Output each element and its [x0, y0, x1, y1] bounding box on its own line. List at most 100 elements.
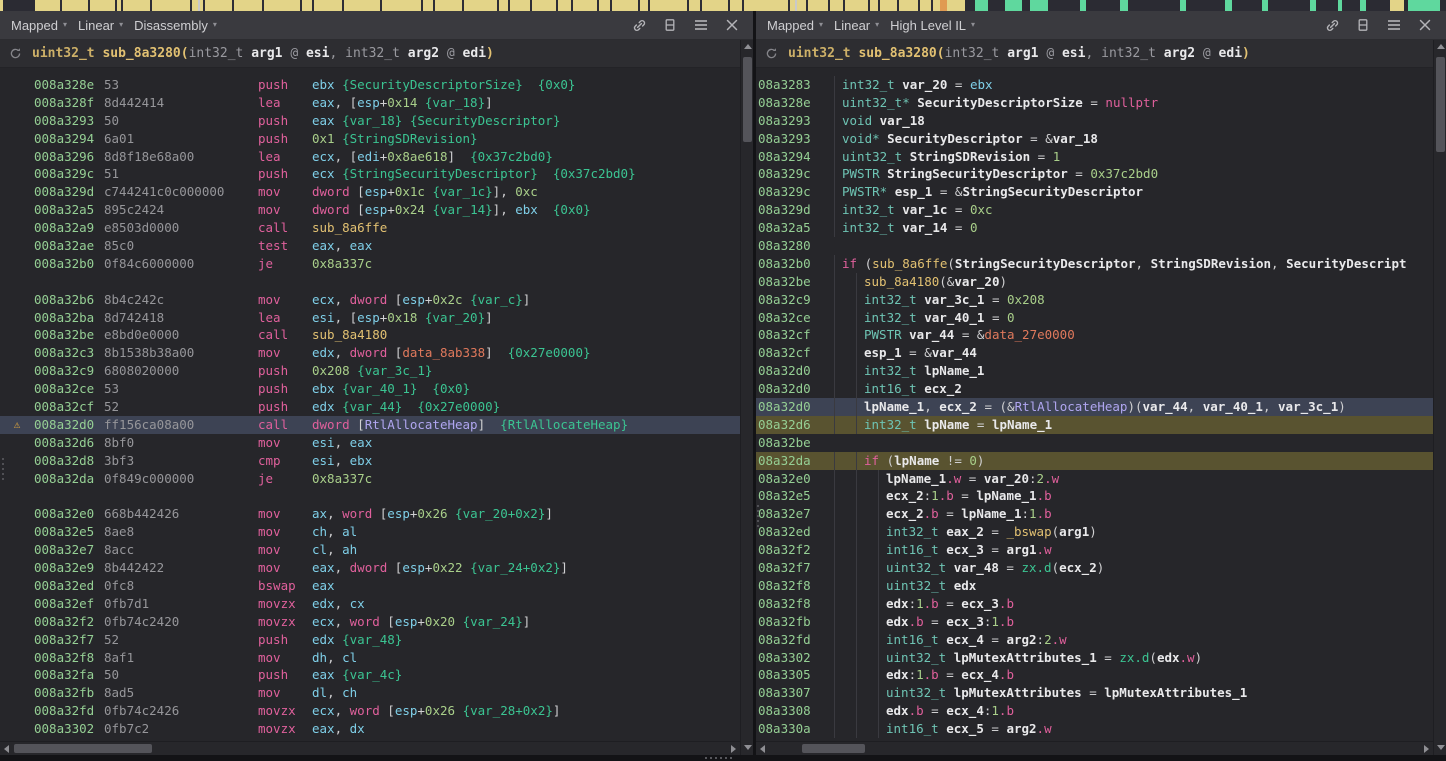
hlil-line[interactable]: 08a32f7uint32_t var_48 = zx.d(ecx_2) [756, 559, 1433, 577]
disasm-line[interactable]: 008a32d68bf0movesi, eax [0, 434, 740, 452]
disasm-line[interactable]: 008a32c38b1538b38a00movedx, dword [data_… [0, 344, 740, 362]
hlil-line[interactable]: 08a3307uint32_t lpMutexAttributes = lpMu… [756, 684, 1433, 702]
scroll-down-button[interactable] [741, 741, 753, 754]
vertical-scroll-thumb[interactable] [1436, 57, 1445, 152]
hlil-line[interactable]: 08a329dint32_t var_1c = 0xc [756, 201, 1433, 219]
function-signature-row[interactable]: uint32_t sub_8a3280(int32_t arg1 @ esi, … [0, 40, 740, 68]
hlil-line[interactable]: 08a3302uint32_t lpMutexAttributes_1 = zx… [756, 649, 1433, 667]
disasm-line[interactable]: 008a32cf52pushedx {var_44} {0x27e0000} [0, 398, 740, 416]
disasm-line[interactable]: 008a32e0668b442426movax, word [esp+0x26 … [0, 505, 740, 523]
link-icon[interactable] [631, 17, 647, 33]
hlil-line[interactable]: 08a32fdint16_t ecx_4 = arg2:2.w [756, 631, 1433, 649]
disasm-line[interactable]: 008a32a5895c2424movdword [esp+0x24 {var_… [0, 201, 740, 219]
hlil-line[interactable]: 08a329cPWSTR* esp_1 = &StringSecurityDes… [756, 183, 1433, 201]
hlil-line[interactable]: 08a32d0int32_t lpName_1 [756, 362, 1433, 380]
view-type-dropdown[interactable]: Mapped ▾ [767, 18, 823, 33]
hlil-line[interactable]: 08a32a5int32_t var_14 = 0 [756, 219, 1433, 237]
disasm-line[interactable]: 008a32fb8ad5movdl, ch [0, 684, 740, 702]
scroll-up-button[interactable] [741, 40, 753, 53]
close-icon[interactable] [1417, 17, 1433, 33]
menu-icon[interactable] [693, 17, 709, 33]
hlil-line[interactable]: 08a32e0lpName_1.w = var_20:2.w [756, 470, 1433, 488]
disassembly-horizontal-scrollbar[interactable] [0, 741, 740, 755]
disasm-line[interactable]: 008a32968d8f18e68a00leaecx, [edi+0x8ae61… [0, 148, 740, 166]
disasm-line[interactable]: 008a33020fb7c2movzxeax, dx [0, 720, 740, 738]
disasm-line[interactable]: 008a32b68b4c242cmovecx, dword [esp+0x2c … [0, 291, 740, 309]
disasm-line[interactable] [0, 487, 740, 505]
link-icon[interactable] [1324, 17, 1340, 33]
vertical-scroll-thumb[interactable] [743, 57, 752, 142]
disasm-line[interactable]: 008a32ce53pushebx {var_40_1} {0x0} [0, 380, 740, 398]
disasm-line[interactable]: 008a328e53pushebx {SecurityDescriptorSiz… [0, 76, 740, 94]
disasm-line[interactable]: 008a32da0f849c000000je0x8a337c [0, 470, 740, 488]
disasm-line[interactable]: 008a329dc744241c0c000000movdword [esp+0x… [0, 183, 740, 201]
left-edge-drag-handle[interactable] [2, 458, 4, 480]
disasm-line[interactable]: 008a32ed0fc8bswapeax [0, 577, 740, 595]
scroll-down-button[interactable] [1434, 741, 1446, 754]
view-type-dropdown[interactable]: Mapped ▾ [11, 18, 67, 33]
disasm-line[interactable]: 008a32d83bf3cmpesi, ebx [0, 452, 740, 470]
disasm-line[interactable]: 008a32fd0fb74c2426movzxecx, word [esp+0x… [0, 702, 740, 720]
hlil-line[interactable]: 08a3283int32_t var_20 = ebx [756, 76, 1433, 94]
hlil-line[interactable]: 08a32ceint32_t var_40_1 = 0 [756, 309, 1433, 327]
disasm-line[interactable]: ⚠008a32d0ff156ca08a00calldword [RtlAlloc… [0, 416, 740, 434]
hlil-line[interactable]: 08a32cfesp_1 = &var_44 [756, 344, 1433, 362]
disasm-line[interactable]: 008a32f88af1movdh, cl [0, 649, 740, 667]
hlil-line[interactable]: 08a32d0int16_t ecx_2 [756, 380, 1433, 398]
scroll-right-button[interactable] [727, 742, 740, 755]
hlil-line[interactable]: 08a32edint32_t eax_2 = _bswap(arg1) [756, 523, 1433, 541]
disasm-line[interactable]: 008a32ef0fb7d1movzxedx, cx [0, 595, 740, 613]
hlil-line[interactable]: 08a32f8uint32_t edx [756, 577, 1433, 595]
disassembly-code-area[interactable]: 008a328e53pushebx {SecurityDescriptorSiz… [0, 68, 740, 741]
scroll-up-button[interactable] [1434, 40, 1446, 53]
close-icon[interactable] [724, 17, 740, 33]
disasm-line[interactable]: 008a32946a01push0x1 {StringSDRevision} [0, 130, 740, 148]
hlil-line[interactable]: 08a32b0if (sub_8a6ffe(StringSecurityDesc… [756, 255, 1433, 273]
hlil-line[interactable]: 08a3294uint32_t StringSDRevision = 1 [756, 148, 1433, 166]
hlil-line[interactable]: 08a32f2int16_t ecx_3 = arg1.w [756, 541, 1433, 559]
disasm-line[interactable]: 008a32f20fb74c2420movzxecx, word [esp+0x… [0, 613, 740, 631]
hlil-line[interactable]: 08a32d6int32_t lpName = lpName_1 [756, 416, 1433, 434]
hlil-line[interactable]: 08a3280 [756, 237, 1433, 255]
pane-splitter-drag-handle[interactable] [757, 505, 759, 527]
disasm-line[interactable]: 008a329c51pushecx {StringSecurityDescrip… [0, 165, 740, 183]
function-signature-row[interactable]: uint32_t sub_8a3280(int32_t arg1 @ esi, … [756, 40, 1433, 68]
hlil-line[interactable]: 08a329cPWSTR StringSecurityDescriptor = … [756, 165, 1433, 183]
disasm-line[interactable]: 008a32f752pushedx {var_48} [0, 631, 740, 649]
disasm-line[interactable] [0, 273, 740, 291]
horizontal-scroll-thumb[interactable] [14, 744, 152, 753]
disasm-line[interactable]: 008a32bee8bd0e0000callsub_8a4180 [0, 326, 740, 344]
menu-icon[interactable] [1386, 17, 1402, 33]
hlil-line[interactable]: 08a32d0lpName_1, ecx_2 = (&RtlAllocateHe… [756, 398, 1433, 416]
disasm-line[interactable]: 008a32b00f84c6000000je0x8a337c [0, 255, 740, 273]
disasm-line[interactable]: 008a32ba8d742418leaesi, [esp+0x18 {var_2… [0, 309, 740, 327]
hlil-line[interactable]: 08a32e7ecx_2.b = lpName_1:1.b [756, 505, 1433, 523]
disasm-line[interactable]: 008a32e78accmovcl, ah [0, 541, 740, 559]
disasm-line[interactable]: 008a32a9e8503d0000callsub_8a6ffe [0, 219, 740, 237]
hlil-horizontal-scrollbar[interactable] [756, 741, 1433, 755]
hlil-line[interactable]: 08a328euint32_t* SecurityDescriptorSize … [756, 94, 1433, 112]
hlil-line[interactable]: 08a3308edx.b = ecx_4:1.b [756, 702, 1433, 720]
split-view-icon[interactable] [662, 17, 678, 33]
disassembly-vertical-scrollbar[interactable] [740, 40, 753, 755]
disasm-line[interactable]: 008a32c96808020000push0x208 {var_3c_1} [0, 362, 740, 380]
hlil-line[interactable]: 08a32f8edx:1.b = ecx_3.b [756, 595, 1433, 613]
horizontal-scroll-thumb[interactable] [802, 744, 865, 753]
scroll-left-button[interactable] [756, 742, 769, 755]
hlil-line[interactable]: 08a32besub_8a4180(&var_20) [756, 273, 1433, 291]
hlil-line[interactable]: 08a32cfPWSTR var_44 = &data_27e0000 [756, 326, 1433, 344]
disasm-line[interactable]: 008a32e58ae8movch, al [0, 523, 740, 541]
disasm-line[interactable]: 008a328f8d442414leaeax, [esp+0x14 {var_1… [0, 94, 740, 112]
hlil-line[interactable]: 08a32c9int32_t var_3c_1 = 0x208 [756, 291, 1433, 309]
hlil-line[interactable]: 08a3305edx:1.b = ecx_4.b [756, 666, 1433, 684]
hlil-line[interactable]: 08a32fbedx.b = ecx_3:1.b [756, 613, 1433, 631]
disasm-line[interactable]: 008a32e98b442422moveax, dword [esp+0x22 … [0, 559, 740, 577]
il-level-dropdown[interactable]: High Level IL ▾ [890, 18, 975, 33]
hlil-line[interactable]: 08a3293void var_18 [756, 112, 1433, 130]
split-view-icon[interactable] [1355, 17, 1371, 33]
il-level-dropdown[interactable]: Disassembly ▾ [134, 18, 217, 33]
hlil-line[interactable]: 08a3293void* SecurityDescriptor = &var_1… [756, 130, 1433, 148]
feature-map[interactable] [0, 0, 1446, 11]
disasm-line[interactable]: 008a329350pusheax {var_18} {SecurityDesc… [0, 112, 740, 130]
layout-dropdown[interactable]: Linear ▾ [834, 18, 879, 33]
